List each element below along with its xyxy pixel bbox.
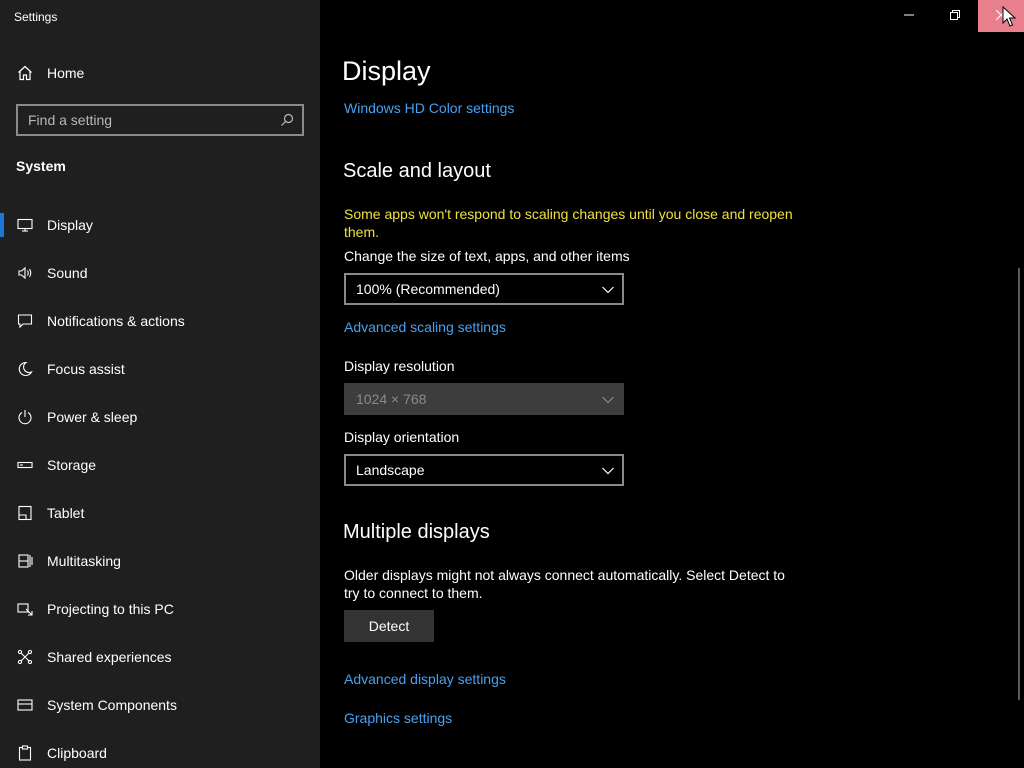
shared-icon: [16, 648, 34, 666]
tablet-icon: [16, 504, 34, 522]
sidebar-item-notifications[interactable]: Notifications & actions: [0, 297, 320, 345]
clipboard-icon: [16, 744, 34, 762]
sidebar-item-tablet[interactable]: Tablet: [0, 489, 320, 537]
sidebar-item-label: Multitasking: [47, 553, 121, 569]
home-link[interactable]: Home: [16, 62, 84, 84]
orientation-label: Display orientation: [344, 429, 460, 445]
sidebar-item-display[interactable]: Display: [0, 201, 320, 249]
section-title: System: [16, 158, 66, 174]
size-dropdown[interactable]: 100% (Recommended): [344, 273, 624, 305]
sidebar-item-label: Tablet: [47, 505, 85, 521]
sidebar-item-label: System Components: [47, 697, 177, 713]
chevron-down-icon: [602, 281, 614, 297]
page-title: Display: [342, 56, 431, 86]
multitasking-icon: [16, 552, 34, 570]
sidebar: Settings Home System Display Sound: [0, 0, 320, 768]
resolution-label: Display resolution: [344, 358, 455, 374]
sidebar-item-label: Shared experiences: [47, 649, 172, 665]
size-label: Change the size of text, apps, and other…: [344, 248, 630, 264]
sidebar-item-label: Storage: [47, 457, 97, 473]
hd-color-link[interactable]: Windows HD Color settings: [344, 100, 514, 116]
sidebar-item-label: Display: [47, 217, 93, 233]
scrollbar[interactable]: [1018, 268, 1020, 700]
search-input[interactable]: [18, 112, 272, 128]
orientation-value: Landscape: [356, 462, 425, 478]
sidebar-item-label: Projecting to this PC: [47, 601, 174, 617]
scale-warning: Some apps won't respond to scaling chang…: [344, 206, 793, 240]
search-icon[interactable]: [272, 106, 302, 134]
sidebar-item-power-sleep[interactable]: Power & sleep: [0, 393, 320, 441]
home-icon: [16, 64, 34, 82]
sidebar-item-label: Sound: [47, 265, 88, 281]
sidebar-item-sound[interactable]: Sound: [0, 249, 320, 297]
chevron-down-icon: [602, 391, 614, 407]
app-title: Settings: [14, 10, 58, 24]
sidebar-item-multitasking[interactable]: Multitasking: [0, 537, 320, 585]
sidebar-item-storage[interactable]: Storage: [0, 441, 320, 489]
size-value: 100% (Recommended): [356, 281, 500, 297]
orientation-dropdown[interactable]: Landscape: [344, 454, 624, 486]
home-label: Home: [47, 65, 85, 81]
advanced-display-link[interactable]: Advanced display settings: [344, 671, 506, 687]
multiple-displays-heading: Multiple displays: [343, 521, 490, 543]
graphics-settings-link[interactable]: Graphics settings: [344, 710, 452, 726]
sidebar-item-system-components[interactable]: System Components: [0, 681, 320, 729]
scale-heading: Scale and layout: [343, 160, 491, 182]
advanced-scaling-link[interactable]: Advanced scaling settings: [344, 319, 506, 335]
sidebar-item-label: Power & sleep: [47, 409, 138, 425]
storage-icon: [16, 456, 34, 474]
sidebar-nav: Display Sound Notifications & actions Fo…: [0, 201, 320, 768]
sidebar-item-label: Focus assist: [47, 361, 125, 377]
sidebar-item-label: Clipboard: [47, 745, 107, 761]
sidebar-item-label: Notifications & actions: [47, 313, 185, 329]
components-icon: [16, 696, 34, 714]
main-content: Display Windows HD Color settings Scale …: [320, 0, 1024, 768]
sidebar-item-shared-experiences[interactable]: Shared experiences: [0, 633, 320, 681]
speaker-icon: [16, 264, 34, 282]
chevron-down-icon: [602, 462, 614, 478]
moon-icon: [16, 360, 34, 378]
monitor-icon: [16, 216, 34, 234]
multiple-displays-desc: Older displays might not always connect …: [344, 567, 785, 601]
search-box[interactable]: [16, 104, 304, 136]
sidebar-item-focus-assist[interactable]: Focus assist: [0, 345, 320, 393]
projecting-icon: [16, 600, 34, 618]
resolution-value: 1024 × 768: [356, 391, 427, 407]
notification-icon: [16, 312, 34, 330]
resolution-dropdown: 1024 × 768: [344, 383, 624, 415]
sidebar-item-clipboard[interactable]: Clipboard: [0, 729, 320, 768]
power-icon: [16, 408, 34, 426]
sidebar-item-projecting[interactable]: Projecting to this PC: [0, 585, 320, 633]
detect-button[interactable]: Detect: [344, 610, 434, 642]
mouse-cursor-icon: [1002, 5, 1017, 33]
